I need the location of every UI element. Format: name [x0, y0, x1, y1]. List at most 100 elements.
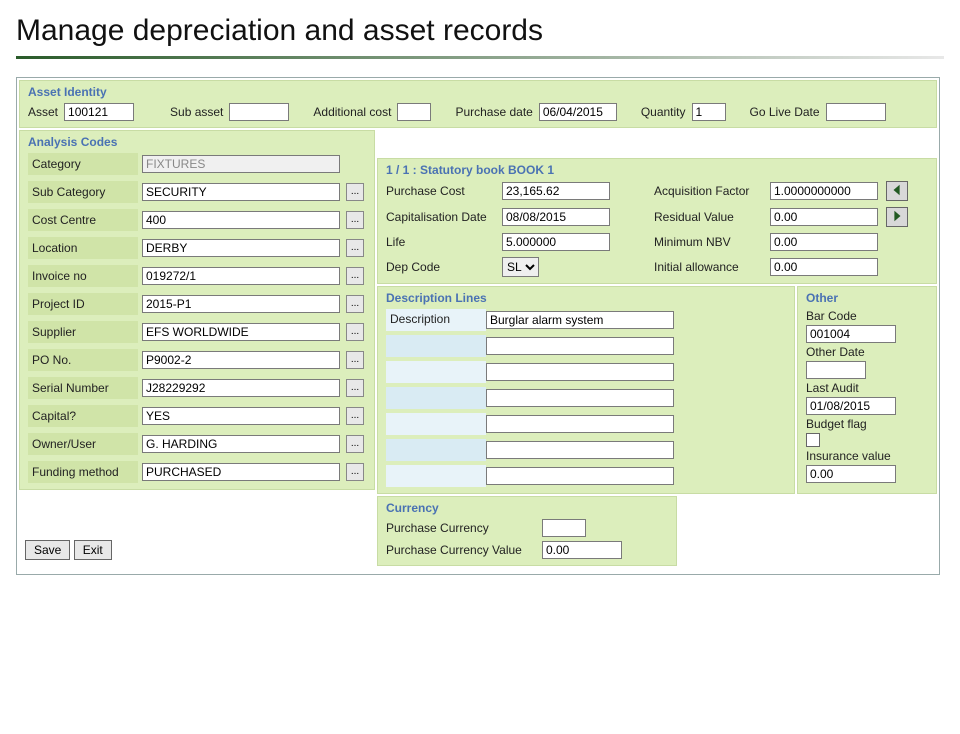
- save-button[interactable]: Save: [25, 540, 70, 560]
- bar-code-input[interactable]: [806, 325, 896, 343]
- description-line-input-4[interactable]: [486, 415, 674, 433]
- analysis-input-5[interactable]: [142, 295, 340, 313]
- description-line-input-2[interactable]: [486, 363, 674, 381]
- analysis-lookup-2[interactable]: ...: [346, 211, 364, 229]
- asset-label: Asset: [28, 105, 58, 119]
- min-nbv-input[interactable]: [770, 233, 878, 251]
- acq-factor-input[interactable]: [770, 182, 878, 200]
- insurance-input[interactable]: [806, 465, 896, 483]
- arrow-right-icon: [890, 209, 904, 226]
- min-nbv-label: Minimum NBV: [654, 235, 764, 249]
- analysis-input-8[interactable]: [142, 379, 340, 397]
- analysis-lookup-7[interactable]: ...: [346, 351, 364, 369]
- other-title: Other: [806, 291, 928, 305]
- description-line-input-1[interactable]: [486, 337, 674, 355]
- analysis-input-9[interactable]: [142, 407, 340, 425]
- go-live-label: Go Live Date: [750, 105, 820, 119]
- analysis-label-8: Serial Number: [28, 377, 138, 399]
- residual-label: Residual Value: [654, 210, 764, 224]
- analysis-input-2[interactable]: [142, 211, 340, 229]
- life-input[interactable]: [502, 233, 610, 251]
- description-title: Description Lines: [386, 291, 786, 305]
- purchase-cost-input[interactable]: [502, 182, 610, 200]
- dep-code-select[interactable]: SL: [502, 257, 539, 277]
- purchase-cost-label: Purchase Cost: [386, 184, 496, 198]
- description-line-label-0: Description: [386, 309, 486, 331]
- purchase-currency-label: Purchase Currency: [386, 521, 536, 535]
- analysis-input-4[interactable]: [142, 267, 340, 285]
- description-line-label-1: [386, 335, 486, 357]
- additional-cost-label: Additional cost: [313, 105, 391, 119]
- app-frame: Asset Identity Asset Sub asset Additiona…: [16, 77, 940, 575]
- sub-asset-input[interactable]: [229, 103, 289, 121]
- go-live-input[interactable]: [826, 103, 886, 121]
- analysis-lookup-11[interactable]: ...: [346, 463, 364, 481]
- bar-code-label: Bar Code: [806, 309, 928, 323]
- analysis-lookup-6[interactable]: ...: [346, 323, 364, 341]
- init-allow-input[interactable]: [770, 258, 878, 276]
- asset-input[interactable]: [64, 103, 134, 121]
- purchase-date-input[interactable]: [539, 103, 617, 121]
- additional-cost-input[interactable]: [397, 103, 431, 121]
- analysis-lookup-8[interactable]: ...: [346, 379, 364, 397]
- life-label: Life: [386, 235, 496, 249]
- other-date-label: Other Date: [806, 345, 928, 359]
- book-prev-button[interactable]: [886, 181, 908, 201]
- cap-date-input[interactable]: [502, 208, 610, 226]
- analysis-input-11[interactable]: [142, 463, 340, 481]
- book-next-button[interactable]: [886, 207, 908, 227]
- other-panel: Other Bar Code Other Date Last Audit Bud…: [797, 286, 937, 494]
- residual-input[interactable]: [770, 208, 878, 226]
- book-title: 1 / 1 : Statutory book BOOK 1: [386, 163, 928, 177]
- analysis-lookup-10[interactable]: ...: [346, 435, 364, 453]
- analysis-input-6[interactable]: [142, 323, 340, 341]
- analysis-input-1[interactable]: [142, 183, 340, 201]
- analysis-lookup-3[interactable]: ...: [346, 239, 364, 257]
- description-line-input-0[interactable]: [486, 311, 674, 329]
- analysis-input-0[interactable]: [142, 155, 340, 173]
- description-line-label-5: [386, 439, 486, 461]
- analysis-input-7[interactable]: [142, 351, 340, 369]
- description-line-label-4: [386, 413, 486, 435]
- init-allow-label: Initial allowance: [654, 260, 764, 274]
- analysis-label-7: PO No.: [28, 349, 138, 371]
- action-buttons: Save Exit: [25, 540, 375, 560]
- purchase-currency-value-input[interactable]: [542, 541, 622, 559]
- analysis-lookup-4[interactable]: ...: [346, 267, 364, 285]
- description-line-input-5[interactable]: [486, 441, 674, 459]
- last-audit-input[interactable]: [806, 397, 896, 415]
- purchase-currency-input[interactable]: [542, 519, 586, 537]
- analysis-codes-panel: Analysis Codes CategorySub Category...Co…: [19, 130, 375, 490]
- asset-identity-panel: Asset Identity Asset Sub asset Additiona…: [19, 80, 937, 128]
- quantity-label: Quantity: [641, 105, 686, 119]
- analysis-lookup-5[interactable]: ...: [346, 295, 364, 313]
- budget-flag-label: Budget flag: [806, 417, 928, 431]
- analysis-label-9: Capital?: [28, 405, 138, 427]
- analysis-input-3[interactable]: [142, 239, 340, 257]
- acq-factor-label: Acquisition Factor: [654, 184, 764, 198]
- title-rule: [16, 56, 944, 59]
- quantity-input[interactable]: [692, 103, 726, 121]
- description-grid: Description: [386, 309, 786, 487]
- analysis-input-10[interactable]: [142, 435, 340, 453]
- description-line-label-3: [386, 387, 486, 409]
- analysis-lookup-9[interactable]: ...: [346, 407, 364, 425]
- description-line-label-2: [386, 361, 486, 383]
- analysis-label-6: Supplier: [28, 321, 138, 343]
- description-line-input-3[interactable]: [486, 389, 674, 407]
- exit-button[interactable]: Exit: [74, 540, 112, 560]
- description-panel: Description Lines Description: [377, 286, 795, 494]
- page-title: Manage depreciation and asset records: [16, 14, 960, 48]
- purchase-date-label: Purchase date: [455, 105, 532, 119]
- asset-identity-title: Asset Identity: [28, 85, 928, 99]
- budget-flag-checkbox[interactable]: [806, 433, 820, 447]
- analysis-lookup-1[interactable]: ...: [346, 183, 364, 201]
- analysis-codes-title: Analysis Codes: [28, 135, 366, 149]
- book-panel: 1 / 1 : Statutory book BOOK 1 Purchase C…: [377, 158, 937, 284]
- analysis-label-5: Project ID: [28, 293, 138, 315]
- analysis-label-1: Sub Category: [28, 181, 138, 203]
- analysis-label-4: Invoice no: [28, 265, 138, 287]
- other-date-input[interactable]: [806, 361, 866, 379]
- description-line-input-6[interactable]: [486, 467, 674, 485]
- currency-title: Currency: [386, 501, 668, 515]
